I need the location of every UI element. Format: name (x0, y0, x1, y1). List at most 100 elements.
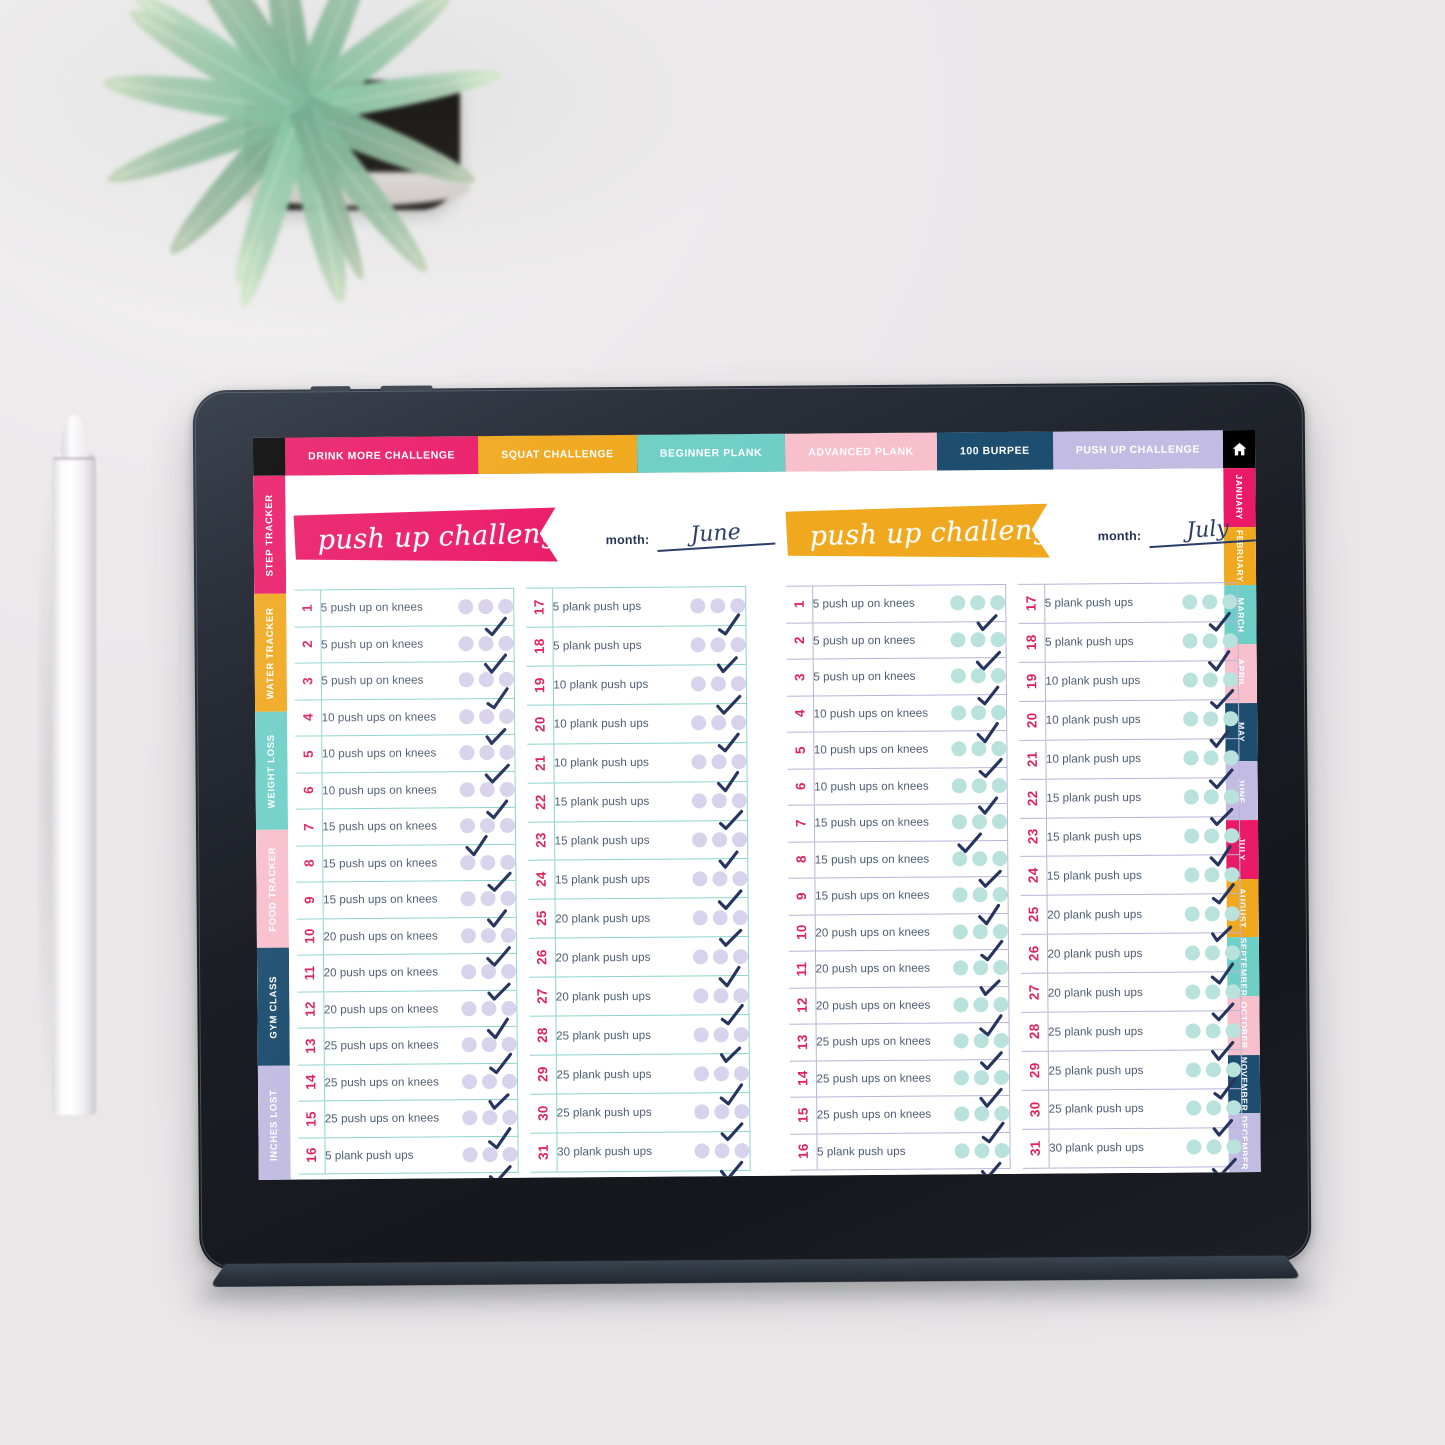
progress-dots-cell[interactable] (1164, 699, 1239, 749)
progress-dot[interactable] (732, 948, 749, 964)
progress-dot[interactable] (973, 1033, 989, 1049)
progress-dot[interactable] (1223, 789, 1239, 805)
left-tab-food-tracker[interactable]: FOOD TRACKER (256, 829, 289, 948)
progress-dot[interactable] (951, 741, 967, 757)
progress-dot[interactable] (974, 1106, 990, 1122)
progress-dot[interactable] (733, 987, 749, 1003)
progress-dots-cell[interactable] (439, 624, 515, 674)
progress-dots-cell[interactable] (935, 1095, 1010, 1144)
progress-dot[interactable] (500, 891, 516, 907)
progress-dot[interactable] (1204, 906, 1220, 922)
table-row[interactable]: 14 25 push ups on knees (297, 1062, 518, 1110)
top-tab-advanced-plank[interactable]: ADVANCED PLANK (785, 432, 938, 472)
progress-dot[interactable] (480, 854, 496, 870)
progress-dots-cell[interactable] (1166, 1010, 1242, 1061)
progress-dot[interactable] (1185, 984, 1201, 1000)
table-row[interactable]: 7 15 push ups on knees (787, 803, 1008, 854)
progress-dots-cell[interactable] (935, 1022, 1010, 1071)
progress-dot[interactable] (1222, 633, 1238, 649)
table-row[interactable]: 20 10 plank push ups (527, 703, 747, 753)
table-row[interactable]: 31 30 plank push ups (1022, 1127, 1243, 1179)
progress-dots-cell[interactable] (674, 936, 749, 988)
progress-dot[interactable] (994, 1142, 1010, 1158)
progress-dot[interactable] (1225, 1061, 1241, 1077)
progress-dot[interactable] (953, 960, 969, 976)
progress-dot[interactable] (1183, 750, 1199, 766)
progress-dot[interactable] (1202, 594, 1218, 610)
progress-dots-cell[interactable] (674, 1014, 750, 1063)
progress-dot[interactable] (1203, 789, 1219, 805)
progress-dot[interactable] (458, 672, 474, 688)
table-row[interactable]: 14 25 push ups on knees (789, 1058, 1010, 1108)
progress-dot[interactable] (1184, 906, 1200, 922)
progress-dot[interactable] (479, 818, 496, 834)
progress-dot[interactable] (482, 1146, 498, 1162)
progress-dot[interactable] (458, 635, 474, 652)
progress-dot[interactable] (1182, 594, 1198, 611)
progress-dot[interactable] (730, 598, 746, 614)
progress-dot[interactable] (1185, 1061, 1201, 1078)
table-row[interactable]: 11 20 push ups on knees (788, 949, 1009, 997)
progress-dot[interactable] (953, 1033, 969, 1049)
progress-dots-cell[interactable] (441, 770, 516, 820)
progress-dot[interactable] (502, 1110, 518, 1126)
progress-dots-cell[interactable] (932, 730, 1008, 779)
table-row[interactable]: 16 5 plank push ups (298, 1135, 519, 1180)
top-tab-push-up-challenge[interactable]: PUSH UP CHALLENGE (1052, 430, 1224, 470)
progress-dot[interactable] (459, 745, 475, 761)
progress-dots-cell[interactable] (441, 880, 517, 928)
progress-dot[interactable] (1206, 1100, 1222, 1116)
table-row[interactable]: 13 25 push ups on knees (297, 1026, 518, 1075)
progress-dot[interactable] (713, 1026, 729, 1042)
progress-dot[interactable] (972, 887, 988, 903)
progress-dot[interactable] (970, 668, 986, 684)
table-row[interactable]: 31 30 plank push ups (530, 1131, 751, 1180)
progress-dot[interactable] (481, 1073, 498, 1089)
progress-dot[interactable] (1182, 672, 1198, 688)
progress-dot[interactable] (973, 1069, 990, 1086)
table-row[interactable]: 28 25 plank push ups (529, 1014, 750, 1063)
progress-dots-cell[interactable] (442, 916, 517, 967)
progress-dot[interactable] (1203, 750, 1219, 766)
progress-dot[interactable] (693, 1065, 710, 1081)
table-row[interactable]: 5 10 push ups on knees (295, 734, 516, 784)
table-row[interactable]: 4 10 push ups on knees (294, 697, 515, 745)
progress-dot[interactable] (1184, 945, 1201, 961)
month-field-value[interactable]: June (655, 518, 775, 553)
progress-dot[interactable] (710, 637, 726, 653)
table-row[interactable]: 30 25 plank push ups (530, 1092, 750, 1142)
progress-dot[interactable] (498, 672, 514, 688)
table-row[interactable]: 19 10 plank push ups (526, 664, 747, 716)
progress-dots-cell[interactable] (440, 734, 516, 784)
table-row[interactable]: 6 10 push ups on knees (295, 770, 516, 820)
table-row[interactable]: 22 15 plank push ups (527, 781, 748, 831)
progress-dot[interactable] (991, 741, 1007, 757)
table-row[interactable]: 26 20 plank push ups (1020, 932, 1241, 985)
progress-dot[interactable] (1204, 828, 1220, 844)
progress-dot[interactable] (692, 910, 708, 926)
table-row[interactable]: 2 5 push up on knees (294, 624, 515, 674)
progress-dot[interactable] (690, 676, 706, 692)
progress-dot[interactable] (950, 595, 966, 611)
table-row[interactable]: 10 20 push ups on knees (296, 916, 517, 967)
table-row[interactable]: 15 25 push ups on knees (790, 1095, 1010, 1144)
left-tab-inches-lost[interactable]: INCHES LOST (257, 1065, 291, 1180)
progress-dot[interactable] (501, 1073, 518, 1089)
progress-dots-cell[interactable] (443, 1026, 518, 1075)
progress-dot[interactable] (974, 1142, 990, 1159)
progress-dot[interactable] (712, 832, 728, 848)
progress-dot[interactable] (461, 1037, 477, 1053)
progress-dot[interactable] (479, 708, 495, 724)
progress-dot[interactable] (690, 637, 706, 653)
table-row[interactable]: 19 10 plank push ups (1018, 660, 1239, 710)
progress-dot[interactable] (992, 850, 1008, 866)
progress-dot[interactable] (1183, 711, 1199, 727)
progress-dots-cell[interactable] (1166, 971, 1241, 1021)
progress-dot[interactable] (1205, 1022, 1221, 1039)
progress-dots-cell[interactable] (933, 803, 1008, 854)
progress-dot[interactable] (498, 599, 514, 615)
progress-dot[interactable] (479, 781, 495, 797)
progress-dot[interactable] (990, 595, 1006, 611)
progress-dot[interactable] (733, 1065, 749, 1081)
progress-dot[interactable] (950, 632, 966, 648)
